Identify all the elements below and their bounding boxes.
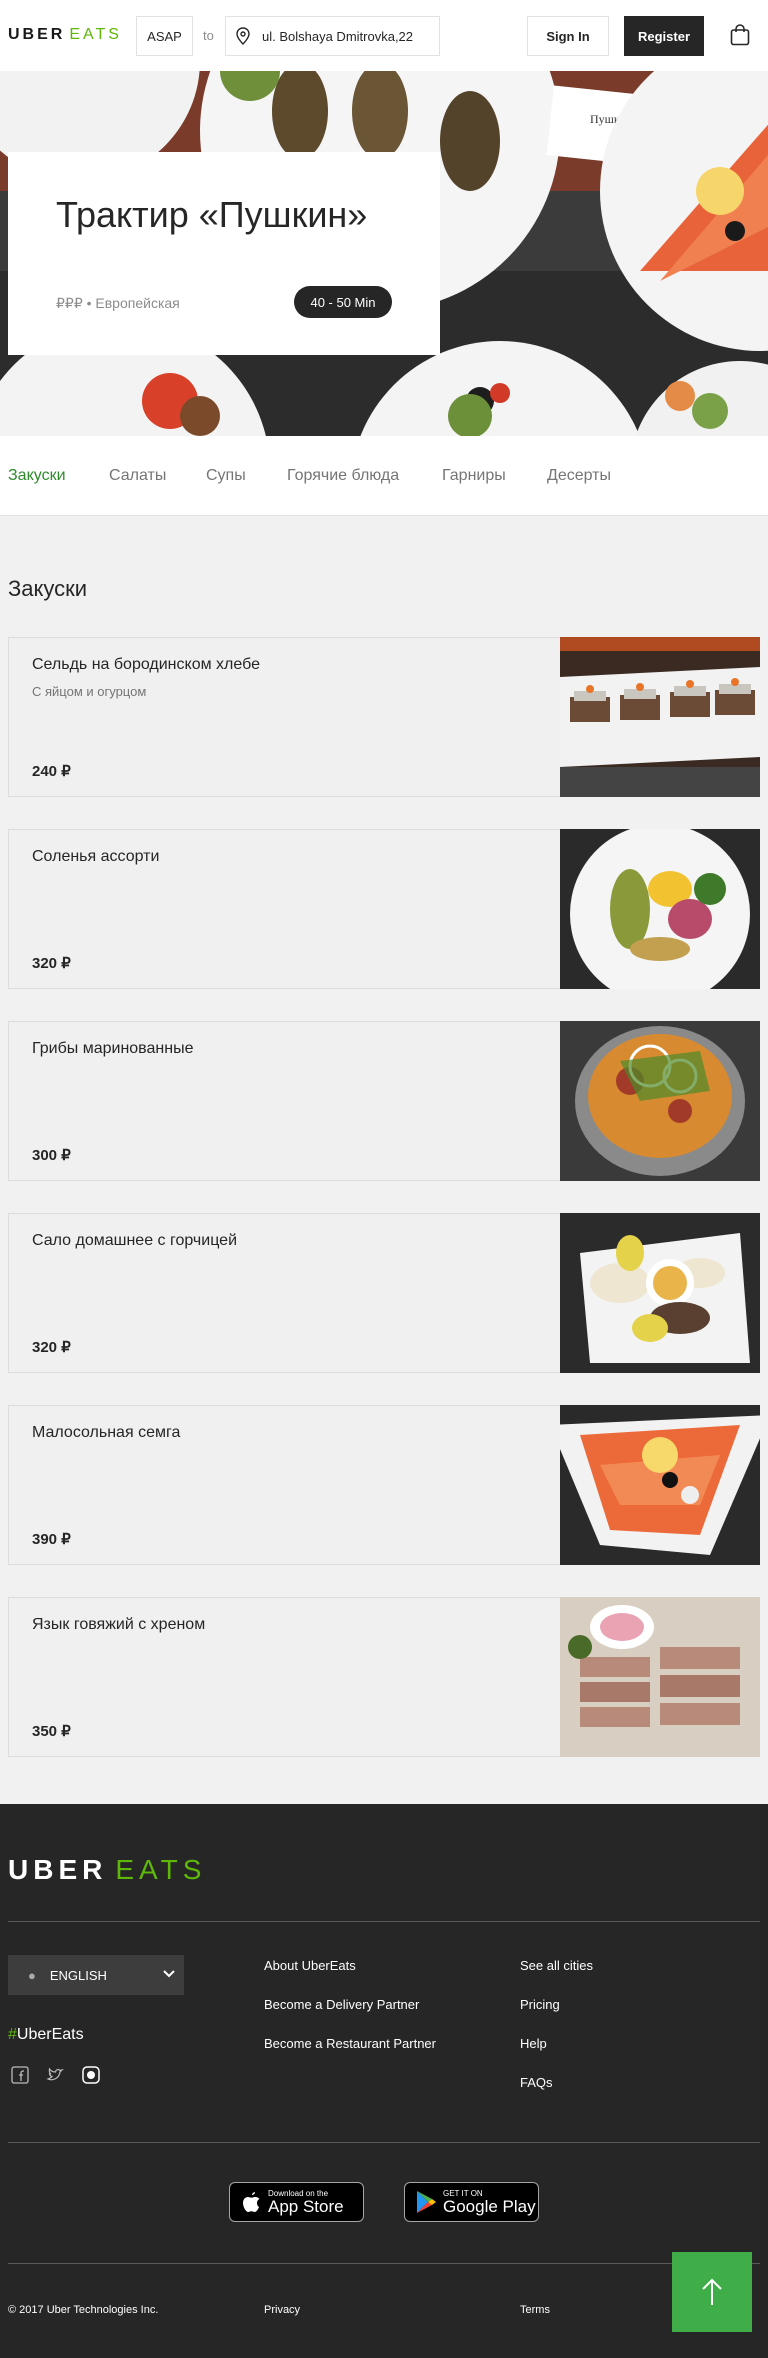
footer-link-help[interactable]: Help: [520, 2036, 547, 2051]
top-header: UBER EATS ASAP to ul. Bolshaya Dmitrovka,…: [0, 0, 768, 71]
scroll-to-top-button[interactable]: [672, 2252, 752, 2332]
item-name: Соленья ассорти: [32, 848, 160, 865]
terms-link[interactable]: Terms: [520, 2304, 550, 2316]
location-pin-icon: [236, 27, 250, 45]
footer-logo-uber: UBER: [8, 1854, 108, 1885]
tab-goryachie[interactable]: Горячие блюда: [287, 467, 399, 485]
menu-item[interactable]: Сало домашнее с горчицей 320 ₽: [8, 1213, 760, 1373]
apple-icon: [243, 2192, 260, 2212]
item-name: Язык говяжий с хреном: [32, 1616, 206, 1633]
logo-eats-text: EATS: [69, 26, 122, 43]
item-photo: [560, 1213, 760, 1373]
app-store-big: App Store: [268, 2196, 344, 2216]
menu-item[interactable]: Сельдь на бородинском хлебе С яйцом и ог…: [8, 637, 760, 797]
item-price: 350 ₽: [32, 1723, 71, 1740]
footer-link-pricing[interactable]: Pricing: [520, 1997, 560, 2012]
chevron-down-icon: [163, 1970, 175, 1978]
globe-icon: ●: [28, 1967, 36, 1983]
footer-link-faqs[interactable]: FAQs: [520, 2075, 553, 2090]
footer-divider: [8, 2142, 760, 2143]
item-price: 300 ₽: [32, 1147, 71, 1164]
footer-link-delivery-partner[interactable]: Become a Delivery Partner: [264, 1997, 419, 2012]
price-cuisine: ₽₽₽ • Европейская: [56, 295, 180, 311]
menu-item[interactable]: Грибы маринованные 300 ₽: [8, 1021, 760, 1181]
footer-divider: [8, 1921, 760, 1922]
tab-supy[interactable]: Супы: [206, 467, 246, 485]
item-price: 320 ₽: [32, 955, 71, 972]
footer-ubereats-logo[interactable]: UBER EATS: [8, 1854, 206, 1886]
shopping-bag-icon[interactable]: [730, 24, 750, 46]
twitter-icon[interactable]: [46, 2066, 64, 2084]
menu-section: Закуски Сельдь на бородинском хлебе С яй…: [0, 516, 768, 1804]
tab-zakuski[interactable]: Закуски: [8, 467, 66, 485]
item-photo: [560, 829, 760, 989]
item-photo: [560, 1597, 760, 1757]
item-name: Грибы маринованные: [32, 1040, 194, 1057]
arrow-up-icon: [702, 2278, 722, 2305]
hashtag: #UberEats: [8, 2026, 84, 2044]
section-title: Закуски: [8, 576, 88, 601]
site-footer: UBER EATS ● ENGLISH #UberEats About UberE…: [0, 1804, 768, 2358]
google-play-button[interactable]: GET IT ON Google Play: [404, 2182, 539, 2222]
language-selector[interactable]: ● ENGLISH: [8, 1955, 184, 1995]
item-price: 240 ₽: [32, 763, 71, 780]
restaurant-hero: Пушкин Трактир «Пушкин» ₽₽₽ • Европейска…: [0, 71, 768, 436]
delivery-time-select[interactable]: ASAP: [136, 16, 193, 56]
eta-badge: 40 - 50 Min: [294, 286, 392, 318]
item-name: Малосольная семга: [32, 1424, 181, 1441]
sign-in-button[interactable]: Sign In: [527, 16, 609, 56]
footer-link-cities[interactable]: See all cities: [520, 1958, 593, 1973]
copyright: © 2017 Uber Technologies Inc.: [8, 2304, 159, 2316]
tab-garniry[interactable]: Гарниры: [442, 467, 506, 485]
google-play-icon: [417, 2191, 436, 2213]
google-play-big: Google Play: [443, 2196, 536, 2216]
menu-item[interactable]: Язык говяжий с хреном 350 ₽: [8, 1597, 760, 1757]
item-description: С яйцом и огурцом: [32, 684, 147, 699]
tab-salaty[interactable]: Салаты: [109, 467, 166, 485]
language-label: ENGLISH: [49, 1967, 107, 1983]
footer-divider: [8, 2263, 760, 2264]
instagram-icon[interactable]: [82, 2066, 100, 2084]
address-input[interactable]: ul. Bolshaya Dmitrovka,22: [225, 16, 440, 56]
hashtag-text: UberEats: [16, 2026, 84, 2043]
logo-uber-text: UBER: [8, 26, 66, 43]
item-photo: [560, 1405, 760, 1565]
menu-item[interactable]: Малосольная семга 390 ₽: [8, 1405, 760, 1565]
restaurant-info-card: Трактир «Пушкин» ₽₽₽ • Европейская 40 - …: [8, 152, 440, 355]
item-photo: [560, 637, 760, 797]
item-price: 390 ₽: [32, 1531, 71, 1548]
privacy-link[interactable]: Privacy: [264, 2304, 300, 2316]
facebook-icon[interactable]: [11, 2066, 29, 2084]
item-name: Сельдь на бородинском хлебе: [32, 656, 260, 673]
address-value: ul. Bolshaya Dmitrovka,22: [262, 28, 414, 44]
footer-link-about[interactable]: About UberEats: [264, 1958, 356, 1973]
ubereats-logo[interactable]: UBER EATS: [8, 26, 122, 44]
item-price: 320 ₽: [32, 1339, 71, 1356]
menu-category-tabs: Закуски Салаты Супы Горячие блюда Гарнир…: [0, 436, 768, 516]
tab-deserty[interactable]: Десерты: [547, 467, 611, 485]
hashtag-symbol: #: [8, 2026, 17, 2043]
to-label: to: [203, 28, 214, 43]
menu-item[interactable]: Соленья ассорти 320 ₽: [8, 829, 760, 989]
footer-link-restaurant-partner[interactable]: Become a Restaurant Partner: [264, 2036, 436, 2051]
restaurant-title: Трактир «Пушкин»: [56, 194, 368, 235]
item-photo: [560, 1021, 760, 1181]
app-store-button[interactable]: Download on the App Store: [229, 2182, 364, 2222]
footer-logo-eats: EATS: [115, 1854, 207, 1885]
register-button[interactable]: Register: [624, 16, 704, 56]
item-name: Сало домашнее с горчицей: [32, 1232, 238, 1249]
